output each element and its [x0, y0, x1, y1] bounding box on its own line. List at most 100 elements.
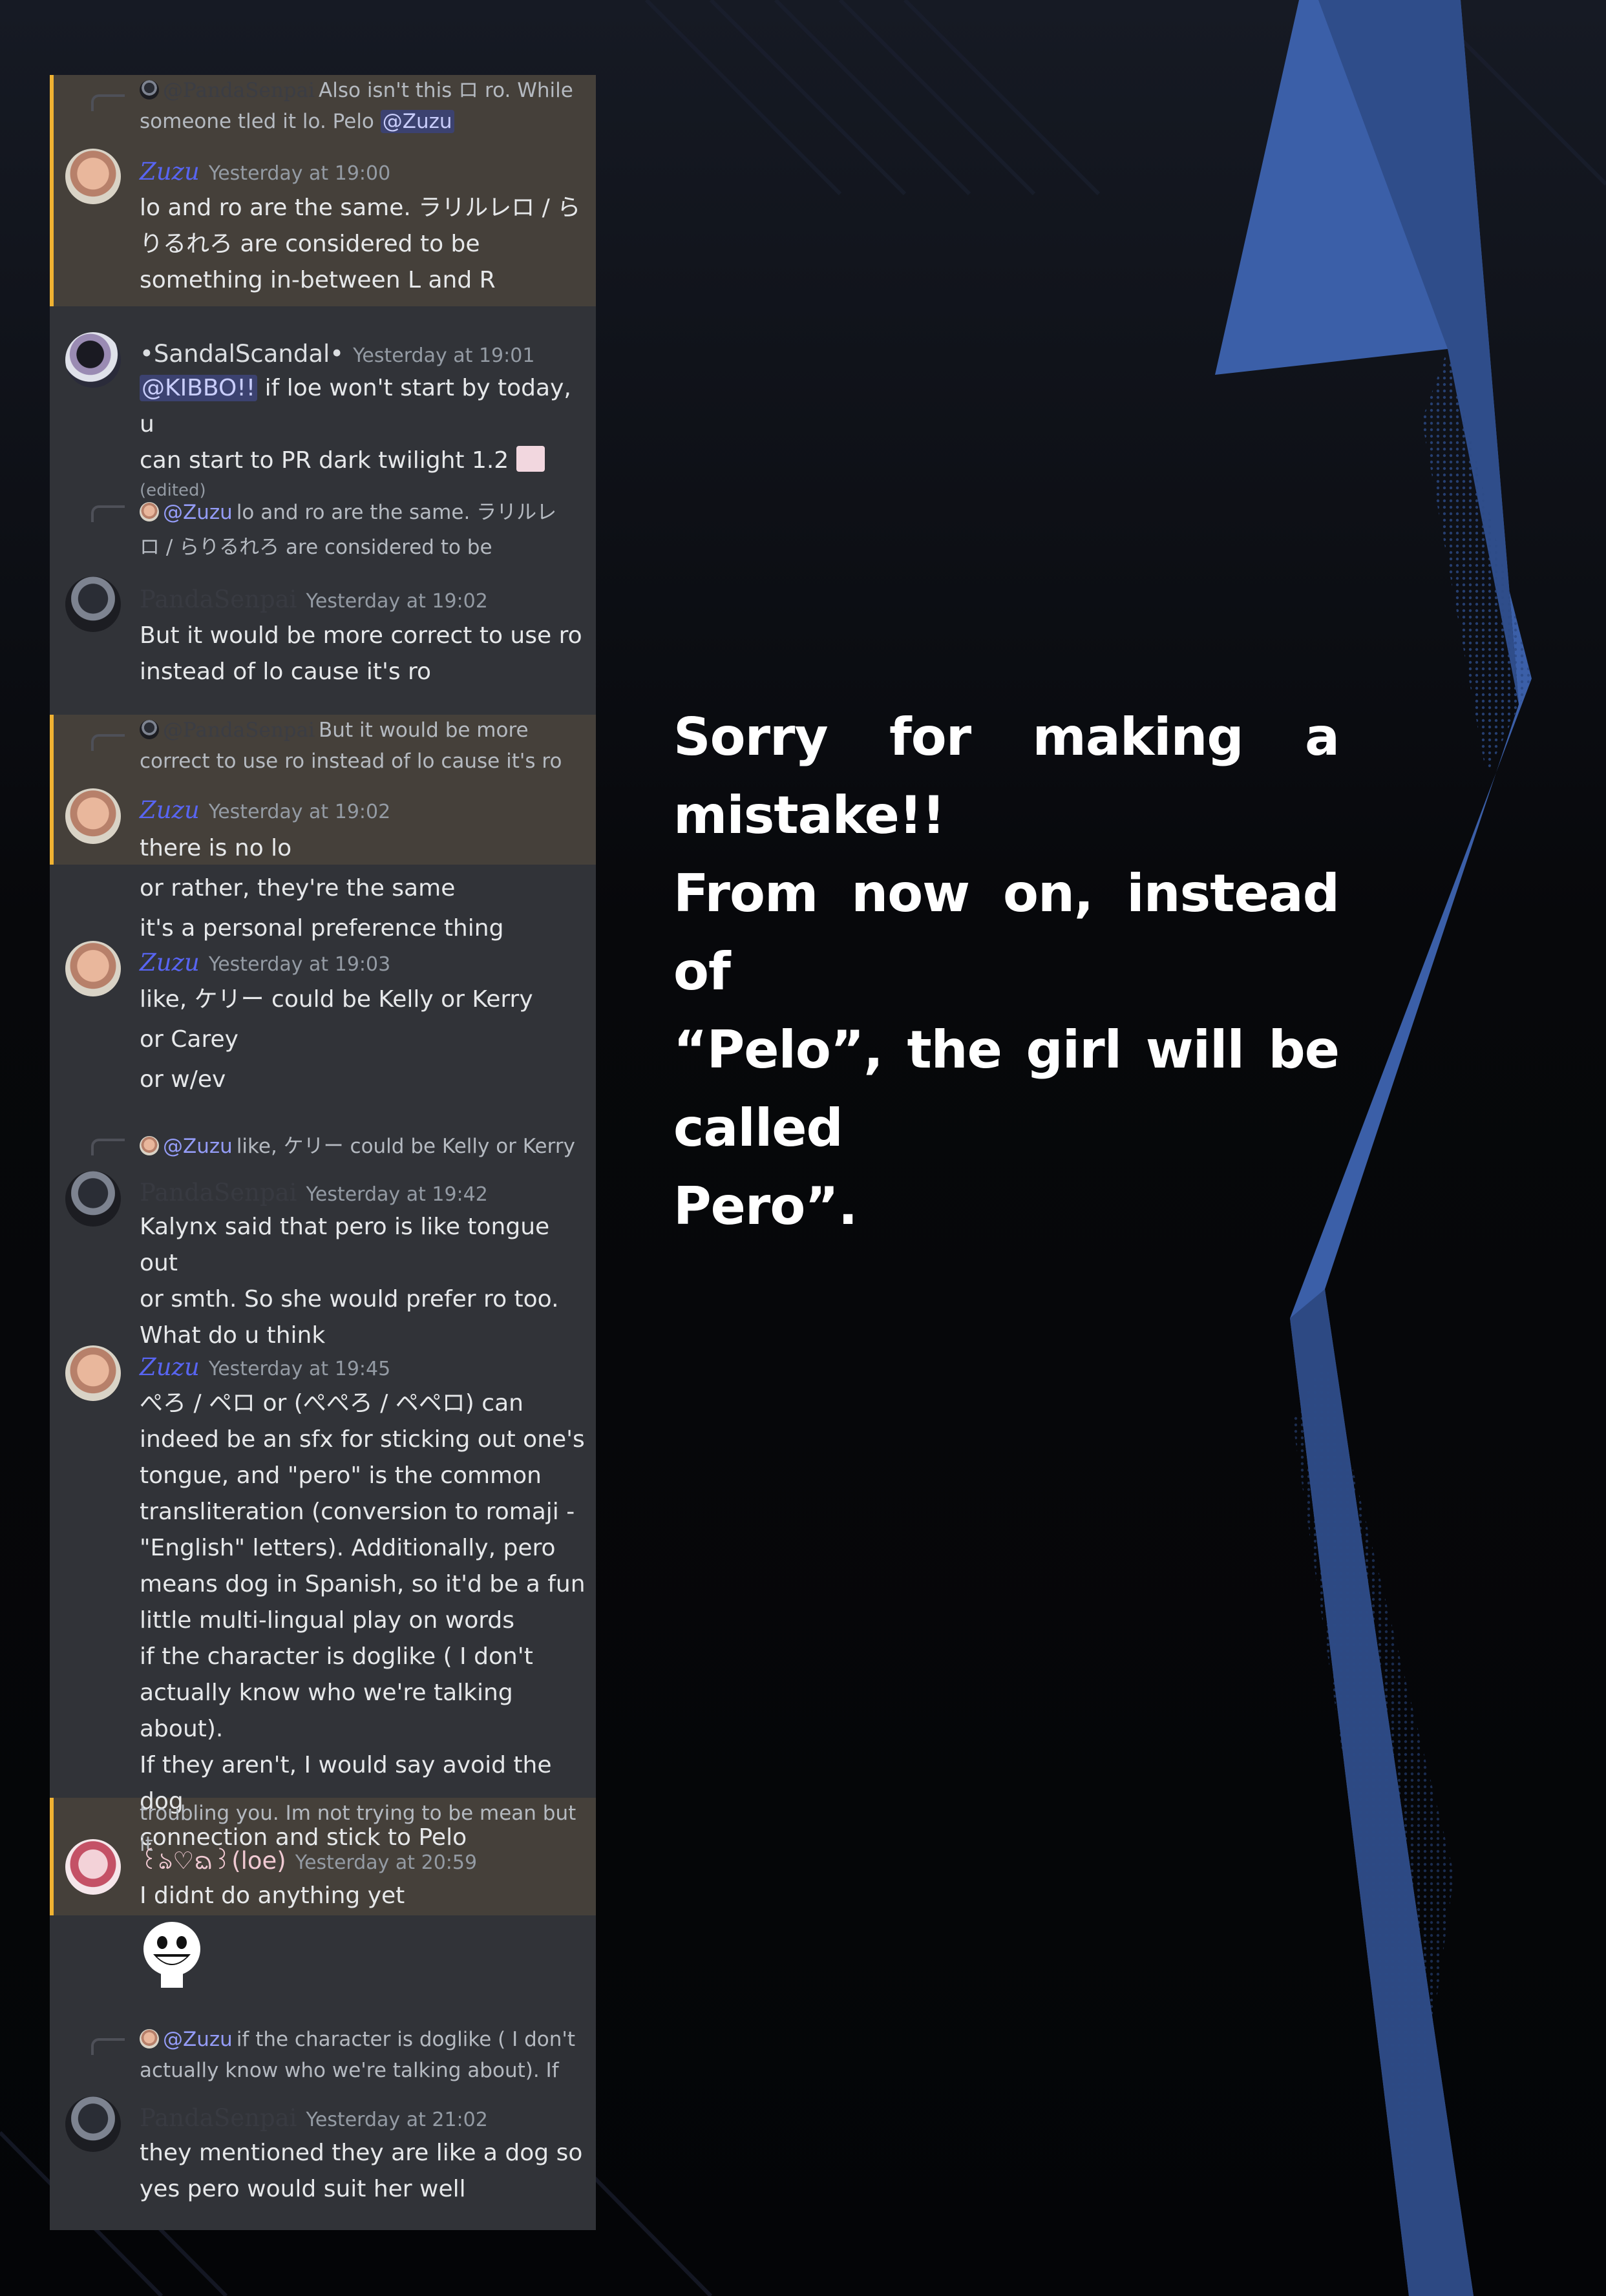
reply-connector: [91, 2038, 125, 2055]
avatar-pandasenpai[interactable]: [65, 576, 121, 632]
reply-avatar: [140, 2029, 159, 2048]
author-name[interactable]: PandaSenpai: [140, 585, 297, 613]
text-line: indeed be an sfx for sticking out one's: [140, 1426, 585, 1453]
reply-preview[interactable]: @PandaSenpai Also isn't this ロ ro. While …: [140, 75, 592, 137]
timestamp[interactable]: Yesterday at 19:45: [209, 1358, 390, 1380]
avatar-pandasenpai[interactable]: [65, 1171, 121, 1227]
message-header: Zuzu Yesterday at 19:03: [140, 947, 390, 978]
reply-avatar: [140, 720, 159, 739]
message-header: Zuzu Yesterday at 19:45: [140, 1352, 390, 1383]
reply-text-2: actually know who we're talking about). …: [140, 2059, 559, 2082]
reply-connector: [91, 505, 125, 522]
reply-connector: [91, 734, 125, 751]
text-line: instead of lo cause it's ro: [140, 658, 432, 685]
reply-text: Also isn't this ロ ro. While: [319, 79, 573, 102]
avatar-sandalscandal[interactable]: [65, 332, 121, 388]
message-header: •SandalScandal• Yesterday at 19:01: [140, 339, 534, 370]
message-header: PandaSenpai Yesterday at 19:42: [140, 1177, 488, 1208]
message-body: I didnt do anything yet: [140, 1878, 586, 1914]
text-line: or rather, they're the same: [140, 875, 456, 901]
text-span: can start to PR dark twilight 1.2: [140, 447, 509, 474]
text-line: What do u think: [140, 1322, 326, 1349]
timestamp[interactable]: Yesterday at 19:02: [209, 801, 390, 823]
reply-text: like, ケリー could be Kelly or Kerry: [236, 1135, 575, 1158]
emoji-icon: [516, 446, 545, 472]
reply-author: @PandaSenpai: [163, 79, 315, 102]
text-line: But it would be more correct to use ro: [140, 622, 582, 649]
avatar-zuzu[interactable]: [65, 1345, 121, 1401]
message-header: PandaSenpai Yesterday at 19:02: [140, 584, 488, 615]
reply-connector: [91, 1139, 125, 1155]
reply-preview[interactable]: @Zuzu if the character is doglike ( I don…: [140, 2024, 592, 2086]
text-line: I didnt do anything yet: [140, 1882, 405, 1909]
reply-text-2: someone tled it lo. Pelo: [140, 110, 374, 133]
author-name[interactable]: PandaSenpai: [140, 1179, 297, 1206]
mention-zuzu[interactable]: @Zuzu: [380, 110, 454, 133]
message-body: like, ケリー could be Kelly or Kerry or Car…: [140, 980, 586, 1100]
text-line: there is no lo: [140, 835, 292, 861]
text-line: or w/ev: [140, 1066, 226, 1093]
reply-author: @Zuzu: [163, 501, 233, 524]
note-line: From now on, instead of: [673, 863, 1340, 1002]
message-body: they mentioned they are like a dog so ye…: [140, 2135, 586, 2207]
note-line: “Pelo”, the girl will be called: [673, 1020, 1340, 1158]
message-header: PandaSenpai Yesterday at 21:02: [140, 2103, 488, 2134]
timestamp[interactable]: Yesterday at 19:42: [306, 1183, 488, 1206]
reply-preview[interactable]: @Zuzu like, ケリー could be Kelly or Kerry: [140, 1128, 592, 1164]
author-name[interactable]: Zuzu: [140, 949, 200, 976]
reply-avatar: [140, 502, 159, 521]
mention-kibbo[interactable]: @KIBBO!!: [140, 375, 258, 401]
text-line: can start to PR dark twilight 1.2: [140, 443, 586, 479]
text-line: or smth. So she would prefer ro too.: [140, 1286, 559, 1312]
message-body: lo and ro are the same. ラリルレロ / ら りるれろ a…: [140, 190, 586, 299]
timestamp[interactable]: Yesterday at 19:02: [306, 590, 488, 613]
message-body: Kalynx said that pero is like tongue out…: [140, 1209, 586, 1354]
message-body: there is no lo or rather, they're the sa…: [140, 828, 586, 949]
timestamp[interactable]: Yesterday at 19:03: [209, 953, 390, 976]
chat-panel: @PandaSenpai Also isn't this ロ ro. While …: [50, 75, 596, 2230]
text-line: transliteration (conversion to romaji -: [140, 1499, 575, 1525]
reply-text: lo and ro are the same. ラリルレ: [236, 501, 557, 524]
translator-note: Sorry for making a mistake!! From now on…: [673, 698, 1340, 1245]
message-header: ꒰ঌ♡ᨳ꒱(loe) Yesterday at 20:59: [140, 1846, 477, 1877]
reply-author: @PandaSenpai: [163, 719, 315, 742]
reply-connector: [91, 94, 125, 111]
reply-avatar: [140, 80, 159, 100]
text-line: りるれろ are considered to be: [140, 231, 480, 257]
text-line: or Carey: [140, 1026, 238, 1053]
avatar-zuzu[interactable]: [65, 788, 121, 844]
avatar-zuzu[interactable]: [65, 941, 121, 996]
timestamp[interactable]: Yesterday at 21:02: [306, 2109, 488, 2131]
message-body: @KIBBO!! if loe won't start by today, u …: [140, 370, 586, 502]
reply-text: But it would be more: [319, 719, 529, 742]
reply-preview[interactable]: @PandaSenpai But it would be more correct…: [140, 715, 592, 777]
author-name[interactable]: Zuzu: [140, 158, 200, 185]
text-line: means dog in Spanish, so it'd be a fun: [140, 1571, 586, 1597]
text-line: actually know who we're talking about).: [140, 1680, 513, 1742]
avatar-pandasenpai[interactable]: [65, 2096, 121, 2152]
reply-text-2: ロ / らりるれろ are considered to be: [140, 536, 492, 559]
timestamp[interactable]: Yesterday at 20:59: [295, 1851, 477, 1874]
author-name[interactable]: Zuzu: [140, 1353, 200, 1381]
author-name[interactable]: •SandalScandal•: [140, 340, 344, 368]
reply-text-2: correct to use ro instead of lo cause it…: [140, 750, 562, 773]
reply-preview[interactable]: @Zuzu lo and ro are the same. ラリルレ ロ / らり…: [140, 495, 592, 565]
message-header: Zuzu Yesterday at 19:02: [140, 795, 390, 826]
author-name[interactable]: PandaSenpai: [140, 2104, 297, 2132]
text-line: tongue, and "pero" is the common: [140, 1462, 542, 1489]
avatar-zuzu[interactable]: [65, 149, 121, 204]
author-name[interactable]: ꒰ঌ♡ᨳ꒱(loe): [140, 1847, 286, 1875]
grinning-face-sticker-icon: [143, 1922, 200, 1988]
note-line: Sorry for making a mistake!!: [673, 707, 1340, 845]
timestamp[interactable]: Yesterday at 19:00: [209, 162, 390, 185]
text-line: it's a personal preference thing: [140, 915, 504, 942]
message-header: Zuzu Yesterday at 19:00: [140, 156, 390, 187]
text-line: ぺろ / ペロ or (ぺぺろ / ペペロ) can: [140, 1390, 523, 1417]
message-body: ぺろ / ペロ or (ぺぺろ / ペペロ) can indeed be an …: [140, 1385, 586, 1639]
avatar-loe[interactable]: [65, 1839, 121, 1895]
text-line: @KIBBO!! if loe won't start by today, u: [140, 370, 586, 443]
text-line: "English" letters). Additionally, pero: [140, 1535, 556, 1561]
reply-author: @Zuzu: [163, 1135, 233, 1158]
author-name[interactable]: Zuzu: [140, 796, 200, 824]
timestamp[interactable]: Yesterday at 19:01: [353, 344, 534, 367]
